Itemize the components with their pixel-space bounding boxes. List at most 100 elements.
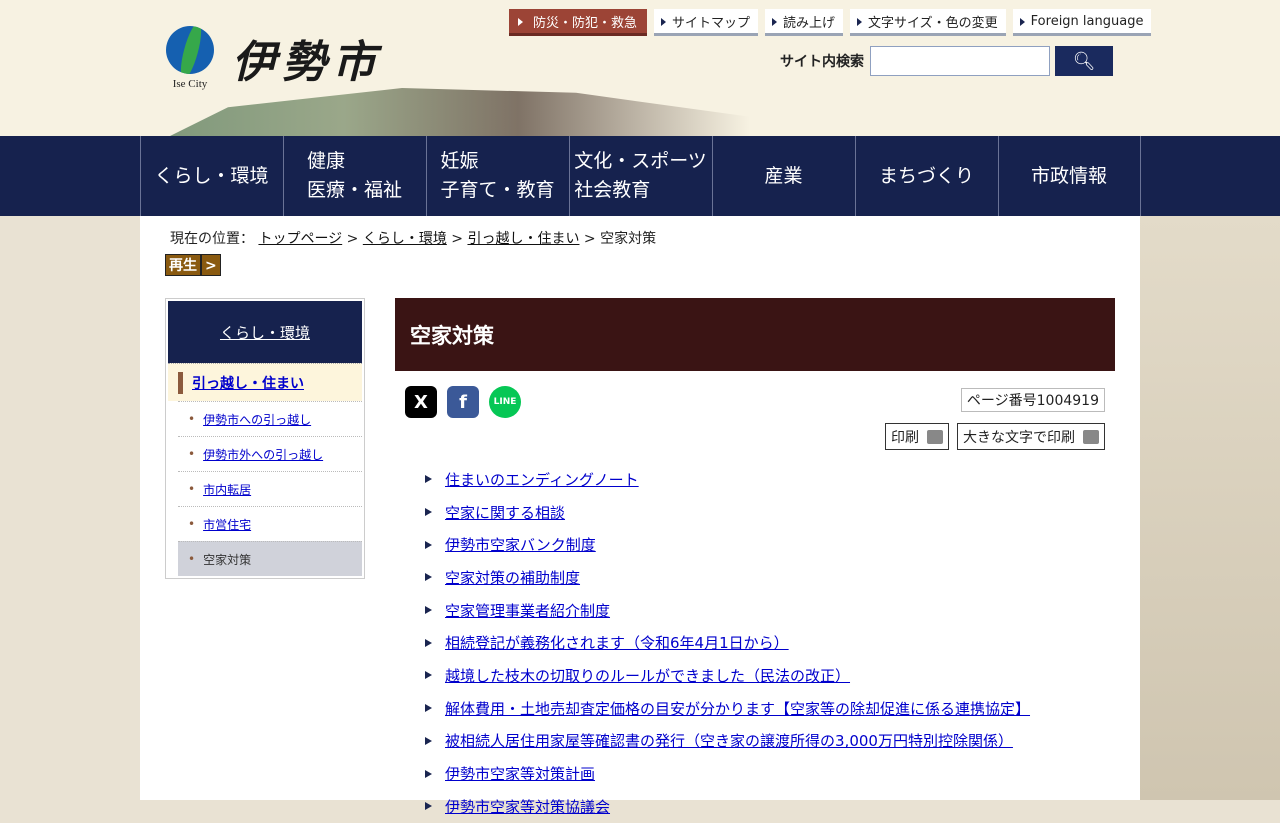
content-link[interactable]: 空家管理事業者紹介制度 [445, 600, 610, 621]
content-link[interactable]: 解体費用・土地売却査定価格の目安が分かります【空家等の除却促進に係る連携協定】 [445, 698, 1030, 719]
sidebar-item[interactable]: 伊勢市外への引っ越し [178, 436, 362, 471]
nav-label: 医療・福祉 [306, 179, 402, 201]
line-share-icon[interactable]: LINE [489, 386, 521, 418]
nav-living[interactable]: くらし・環境 [139, 136, 283, 216]
list-item: 空家対策の補助制度 [425, 561, 1030, 594]
content-link[interactable]: 伊勢市空家等対策計画 [445, 763, 595, 784]
site-header: Ise City 伊勢市 防災・防犯・救急 サイトマップ 読み上げ 文字サイズ・… [0, 0, 1280, 136]
logo-subtitle: Ise City [172, 78, 208, 90]
decorative-illustration [1140, 216, 1280, 800]
site-logo[interactable]: Ise City 伊勢市 [166, 26, 382, 90]
nav-childcare[interactable]: 妊娠 子育て・教育 [425, 136, 569, 216]
content-link[interactable]: 伊勢市空家バンク制度 [445, 534, 596, 555]
sitemap-link[interactable]: サイトマップ [654, 9, 759, 36]
search-input[interactable] [870, 46, 1050, 76]
content-link[interactable]: 被相続人居住用家屋等確認書の発行（空き家の譲渡所得の3,000万円特別控除関係） [445, 730, 1013, 751]
list-item: 相続登記が義務化されます（令和6年4月1日から） [425, 626, 1030, 659]
nav-label: まちづくり [878, 164, 974, 187]
sidebar: くらし・環境 引っ越し・住まい 伊勢市への引っ越し 伊勢市外への引っ越し 市内転… [165, 298, 365, 579]
sidebar-link[interactable]: 市内転居 [203, 481, 251, 498]
breadcrumb-current: 空家対策 [600, 231, 657, 247]
breadcrumb: 現在の位置： トップページ > くらし・環境 > 引っ越し・住まい > 空家対策 [170, 228, 656, 248]
list-item: 空家に関する相談 [425, 496, 1030, 529]
content: 空家対策 X f LINE ページ番号1004919 印刷 大きな文字で印刷 住… [395, 298, 1115, 816]
print-button[interactable]: 印刷 [885, 423, 949, 450]
search-button[interactable]: 🔍︎ [1055, 46, 1113, 76]
nav-label: 健康 [306, 150, 345, 172]
sidebar-link[interactable]: 伊勢市への引っ越し [203, 411, 311, 428]
search-icon: 🔍︎ [1072, 50, 1096, 71]
sidebar-item[interactable]: 伊勢市への引っ越し [178, 401, 362, 436]
list-item: 伊勢市空家等対策計画 [425, 757, 1030, 790]
marker-bar [178, 371, 183, 394]
breadcrumb-prefix: 現在の位置： [170, 231, 254, 247]
nav-label: 子育て・教育 [440, 179, 555, 201]
print-large-label: 大きな文字で印刷 [963, 429, 1075, 446]
list-item: 空家管理事業者紹介制度 [425, 594, 1030, 627]
print-label: 印刷 [891, 429, 919, 446]
x-share-icon[interactable]: X [405, 386, 437, 418]
search-label: サイト内検索 [780, 54, 864, 70]
page-title: 空家対策 [395, 298, 1115, 371]
content-link[interactable]: 越境した枝木の切取りのルールができました（民法の改正） [445, 665, 850, 686]
header-illustration [170, 88, 750, 136]
sidebar-link[interactable]: 市営住宅 [203, 516, 251, 533]
breadcrumb-separator: > [346, 231, 359, 247]
foreign-language-link[interactable]: Foreign language [1012, 9, 1152, 36]
nav-culture[interactable]: 文化・スポーツ 社会教育 [568, 136, 712, 216]
city-emblem-icon [166, 26, 214, 74]
site-search: サイト内検索 🔍︎ [780, 46, 1113, 76]
content-link[interactable]: 伊勢市空家等対策協議会 [445, 796, 610, 817]
link-list: 住まいのエンディングノート 空家に関する相談伊勢市空家バンク制度 空家対策の補助制度… [425, 463, 1030, 823]
nav-label: 文化・スポーツ [574, 150, 707, 172]
sidebar-section-link[interactable]: 引っ越し・住まい [192, 373, 304, 393]
nav-label: 産業 [764, 164, 803, 187]
facebook-share-icon[interactable]: f [447, 386, 479, 418]
list-item: 越境した枝木の切取りのルールができました（民法の改正） [425, 659, 1030, 692]
list-item: 被相続人居住用家屋等確認書の発行（空き家の譲渡所得の3,000万円特別控除関係） [425, 725, 1030, 758]
list-item: 住まいのエンディングノート [425, 463, 1030, 496]
nav-health[interactable]: 健康 医療・福祉 [282, 136, 426, 216]
content-link[interactable]: 相続登記が義務化されます（令和6年4月1日から） [445, 632, 789, 653]
content-link[interactable]: 住まいのエンディングノート [445, 469, 639, 490]
sidebar-current-label: 空家対策 [203, 552, 252, 567]
nav-industry[interactable]: 産業 [711, 136, 855, 216]
nav-label: くらし・環境 [154, 164, 269, 187]
breadcrumb-housing[interactable]: 引っ越し・住まい [467, 231, 579, 247]
nav-label: 市政情報 [1030, 164, 1107, 187]
content-link[interactable]: 空家に関する相談 [445, 502, 565, 523]
breadcrumb-top[interactable]: トップページ [258, 231, 342, 247]
play-label: 再生 [165, 254, 201, 276]
list-item: 伊勢市空家バンク制度 [425, 528, 1030, 561]
chevron-right-icon: > [201, 254, 221, 276]
nav-label: 社会教育 [574, 179, 651, 201]
global-nav: くらし・環境 健康医療・福祉 妊娠子育て・教育 文化・スポーツ 社会教育 産業 ま… [0, 136, 1280, 216]
sidebar-heading[interactable]: くらし・環境 [168, 301, 362, 363]
text-size-color-link[interactable]: 文字サイズ・色の変更 [850, 9, 1006, 36]
nav-label: 妊娠 [440, 150, 479, 172]
play-button[interactable]: 再生 > [165, 254, 221, 276]
sidebar-link[interactable]: 伊勢市外への引っ越し [203, 446, 323, 463]
sidebar-item-current: 空家対策 [178, 541, 362, 576]
utility-links: 防災・防犯・救急 サイトマップ 読み上げ 文字サイズ・色の変更 Foreign … [509, 9, 1152, 36]
sidebar-item[interactable]: 市営住宅 [178, 506, 362, 541]
main-area: 現在の位置： トップページ > くらし・環境 > 引っ越し・住まい > 空家対策… [140, 216, 1140, 816]
logo-text: 伊勢市 [232, 37, 382, 88]
sidebar-current-section: 引っ越し・住まい [168, 363, 362, 401]
nav-city-info[interactable]: 市政情報 [997, 136, 1141, 216]
list-item: 伊勢市空家等対策協議会 [425, 790, 1030, 823]
read-aloud-link[interactable]: 読み上げ [765, 9, 844, 36]
sidebar-item[interactable]: 市内転居 [178, 471, 362, 506]
content-link[interactable]: 空家対策の補助制度 [445, 567, 580, 588]
breadcrumb-living[interactable]: くらし・環境 [363, 231, 447, 247]
printer-icon [1083, 429, 1099, 444]
list-item: 解体費用・土地売却査定価格の目安が分かります【空家等の除却促進に係る連携協定】 [425, 692, 1030, 725]
breadcrumb-separator: > [583, 231, 596, 247]
print-buttons: 印刷 大きな文字で印刷 [885, 423, 1105, 450]
print-large-button[interactable]: 大きな文字で印刷 [957, 423, 1105, 450]
page-number: ページ番号1004919 [960, 388, 1105, 412]
disaster-link[interactable]: 防災・防犯・救急 [509, 9, 648, 36]
nav-town-planning[interactable]: まちづくり [854, 136, 998, 216]
printer-icon [927, 429, 943, 444]
breadcrumb-separator: > [451, 231, 464, 247]
